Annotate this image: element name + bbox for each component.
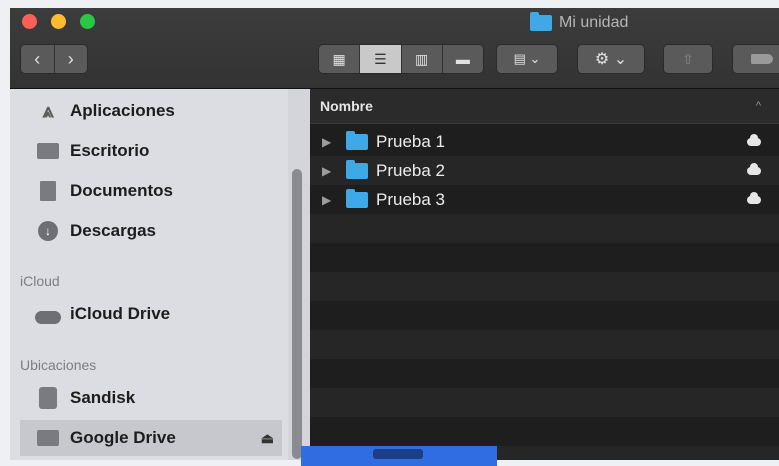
sidebar-item-label: iCloud Drive [70, 304, 171, 323]
view-list-button[interactable]: ☰ [359, 45, 401, 73]
gallery-icon: ▬ [455, 51, 470, 67]
sidebar-item-icloud-drive[interactable]: iCloud Drive [20, 296, 282, 332]
section-header-icloud: iCloud [20, 273, 60, 289]
tag-button[interactable] [732, 44, 779, 74]
sidebar-item-google-drive[interactable]: Google Drive ⏏ [20, 420, 282, 456]
section-header-ubicaciones: Ubicaciones [20, 357, 97, 373]
applications-icon: ⩓ [42, 99, 54, 122]
empty-row [310, 243, 779, 272]
overlay-panel [301, 446, 497, 466]
empty-row [310, 272, 779, 301]
gear-icon: ⚙ [594, 51, 610, 68]
cloud-icon [34, 303, 62, 325]
view-gallery-button[interactable]: ▬ [441, 45, 483, 73]
overlay-panel-text [373, 449, 423, 459]
cloud-icon [747, 162, 761, 175]
disclosure-triangle-icon[interactable]: ▶ [322, 193, 336, 207]
cloud-icon [747, 133, 761, 146]
table-row[interactable]: ▶ Prueba 1 [310, 127, 779, 156]
action-button[interactable]: ⚙ ⌄ [577, 44, 645, 74]
chevron-down-icon: ⌄ [613, 51, 628, 68]
disclosure-triangle-icon[interactable]: ▶ [322, 135, 336, 149]
table-row[interactable]: ▶ Prueba 3 [310, 185, 779, 214]
toolbar: Mi unidad ‹ › ▦ ☰ ▥ ▬ ▤ ⌄ ⚙ ⌄ ⇧ [10, 8, 779, 89]
sidebar-scrollbar[interactable] [288, 89, 310, 460]
folder-icon [346, 159, 368, 179]
folder-icon [346, 130, 368, 150]
documents-icon [34, 180, 62, 202]
sidebar-item-label: Escritorio [70, 141, 150, 160]
sidebar-item-descargas[interactable]: ↓ Descargas [20, 213, 282, 249]
sidebar-item-documentos[interactable]: Documentos [20, 173, 282, 209]
disk-icon [34, 387, 62, 409]
forward-button[interactable]: › [53, 45, 88, 73]
desktop-icon [34, 140, 62, 162]
chevron-down-icon: ⌄ [529, 51, 541, 66]
view-icons-button[interactable]: ▦ [319, 45, 359, 73]
finder-window: Mi unidad ‹ › ▦ ☰ ▥ ▬ ▤ ⌄ ⚙ ⌄ ⇧ ⩓ Aplica… [10, 8, 779, 460]
sidebar: ⩓ Aplicaciones Escritorio Documentos ↓ D… [10, 89, 310, 460]
file-name: Prueba 2 [376, 160, 445, 180]
scrollbar-thumb[interactable] [292, 169, 302, 459]
view-mode-group: ▦ ☰ ▥ ▬ [318, 44, 484, 74]
eject-icon[interactable]: ⏏ [261, 430, 274, 447]
chevron-right-icon: › [67, 48, 74, 69]
empty-row [310, 417, 779, 446]
empty-row [310, 359, 779, 388]
share-icon: ⇧ [682, 50, 694, 67]
arrange-button[interactable]: ▤ ⌄ [496, 44, 558, 74]
table-row[interactable]: ▶ Prueba 2 [310, 156, 779, 185]
empty-row [310, 214, 779, 243]
folder-icon [530, 12, 552, 31]
cloud-icon [747, 191, 761, 204]
columns-icon: ▥ [415, 50, 429, 67]
sidebar-item-label: Aplicaciones [70, 101, 175, 120]
downloads-icon: ↓ [34, 220, 62, 242]
sidebar-item-sandisk[interactable]: Sandisk [20, 380, 282, 416]
maximize-window-button[interactable] [80, 14, 95, 29]
empty-row [310, 330, 779, 359]
file-name: Prueba 1 [376, 131, 445, 151]
view-columns-button[interactable]: ▥ [400, 45, 442, 73]
disclosure-triangle-icon[interactable]: ▶ [322, 164, 336, 178]
folder-icon [346, 188, 368, 208]
sidebar-item-label: Descargas [70, 221, 157, 240]
navigation-group: ‹ › [20, 44, 88, 74]
empty-row [310, 388, 779, 417]
empty-row [310, 301, 779, 330]
minimize-window-button[interactable] [51, 14, 66, 29]
share-button[interactable]: ⇧ [663, 44, 713, 74]
sidebar-item-label: Sandisk [70, 388, 136, 407]
sort-ascending-icon: ^ [755, 100, 761, 112]
list-icon: ☰ [374, 50, 387, 67]
drive-icon [34, 427, 62, 449]
sidebar-item-escritorio[interactable]: Escritorio [20, 133, 282, 169]
file-name: Prueba 3 [376, 189, 445, 209]
arrange-icon: ▤ [513, 51, 526, 66]
back-button[interactable]: ‹ [21, 45, 54, 73]
window-title: Mi unidad [530, 12, 628, 34]
sidebar-item-label: Documentos [70, 181, 173, 200]
column-header-nombre[interactable]: Nombre ^ [310, 89, 779, 124]
grid-icon: ▦ [332, 50, 346, 67]
column-header-label: Nombre [320, 98, 373, 114]
close-window-button[interactable] [22, 14, 37, 29]
chevron-left-icon: ‹ [34, 48, 41, 69]
tag-icon [751, 54, 773, 64]
window-title-text: Mi unidad [559, 14, 629, 31]
sidebar-item-label: Google Drive [70, 428, 176, 447]
file-list: Nombre ^ ▶ Prueba 1 ▶ Prueba 2 ▶ Prueba … [310, 89, 779, 460]
sidebar-item-aplicaciones[interactable]: ⩓ Aplicaciones [20, 93, 282, 129]
